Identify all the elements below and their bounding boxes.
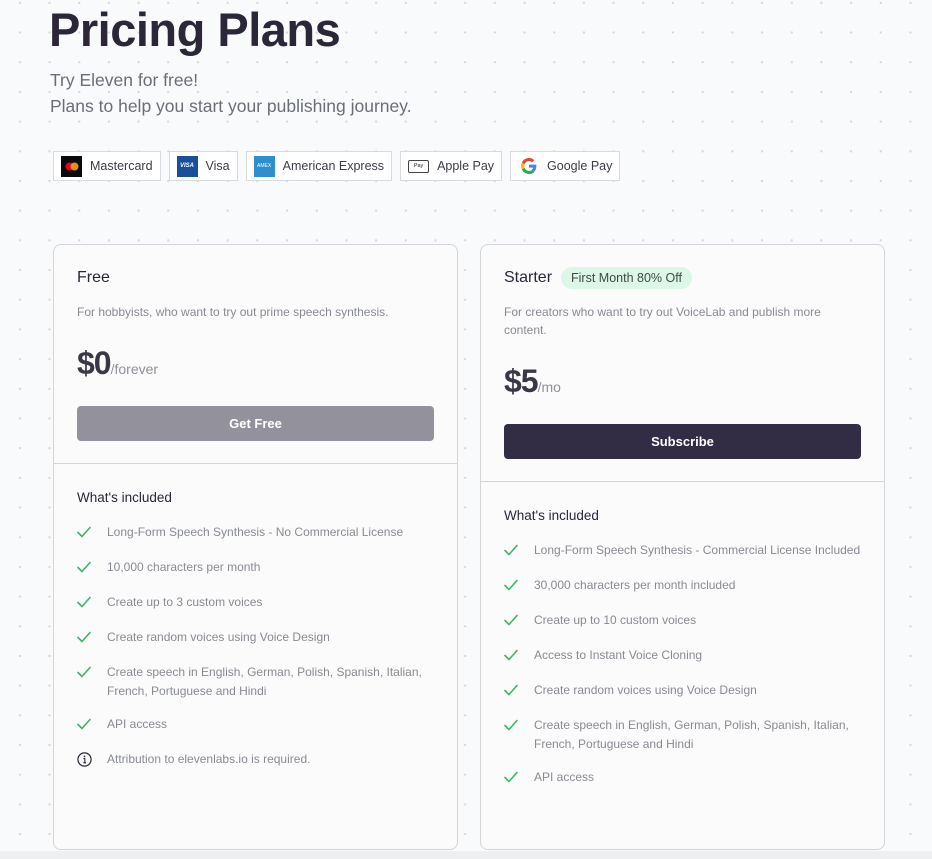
feature-item: Create up to 3 custom voices — [77, 593, 434, 613]
feature-text: API access — [107, 717, 168, 731]
feature-text: Long-Form Speech Synthesis - No Commerci… — [107, 525, 404, 539]
info-icon — [77, 750, 93, 772]
feature-item: API access — [504, 768, 861, 788]
payment-amex: AMEX American Express — [245, 151, 393, 181]
check-icon — [77, 558, 93, 578]
feature-item: Long-Form Speech Synthesis - No Commerci… — [77, 523, 434, 543]
plan-name: Free — [77, 269, 110, 286]
payment-label: Apple Pay — [437, 159, 495, 173]
feature-item: Long-Form Speech Synthesis - Commercial … — [504, 541, 861, 561]
subtitle-line: Plans to help you start your publishing … — [50, 96, 412, 116]
check-icon — [77, 523, 93, 543]
check-icon — [77, 663, 93, 700]
page-footer-strip — [0, 851, 932, 859]
payment-label: American Express — [282, 159, 385, 173]
check-icon — [504, 611, 520, 631]
feature-text: API access — [534, 770, 595, 784]
price-unit: /mo — [537, 379, 561, 395]
feature-text: Create speech in English, German, Polish… — [534, 718, 849, 751]
google-icon — [518, 156, 539, 177]
feature-item: API access — [77, 715, 434, 735]
amex-icon: AMEX — [253, 155, 275, 177]
feature-item: Create random voices using Voice Design — [77, 628, 434, 648]
included-section: What's included Long-Form Speech Synthes… — [481, 482, 884, 788]
check-icon — [504, 716, 520, 753]
mastercard-icon — [61, 155, 82, 177]
check-icon — [504, 541, 520, 561]
visa-icon: VISA — [176, 155, 198, 177]
check-icon — [504, 646, 520, 666]
feature-item: Create up to 10 custom voices — [504, 611, 861, 631]
check-icon — [77, 593, 93, 613]
price-amount: $0 — [77, 345, 112, 381]
plan-description: For hobbyists, who want to try out prime… — [77, 305, 389, 319]
plan-card-starter: Starter First Month 80% Off For creators… — [480, 244, 885, 850]
payment-label: Visa — [205, 159, 230, 173]
feature-item: 10,000 characters per month — [77, 558, 434, 578]
check-icon — [504, 768, 520, 788]
payment-methods: Mastercard VISA Visa AMEX American Expre… — [53, 151, 621, 181]
feature-text: Long-Form Speech Synthesis - Commercial … — [534, 543, 861, 557]
feature-text: Create speech in English, German, Polish… — [107, 665, 422, 698]
feature-item: Attribution to elevenlabs.io is required… — [77, 750, 434, 772]
included-title: What's included — [77, 490, 172, 505]
feature-item: Create speech in English, German, Polish… — [77, 663, 434, 700]
feature-text: Attribution to elevenlabs.io is required… — [107, 752, 311, 766]
plan-price: $5 /mo — [504, 363, 861, 400]
payment-apple-pay: Pay Apple Pay — [400, 151, 503, 181]
apple-pay-icon: Pay — [408, 159, 430, 173]
feature-item: Create random voices using Voice Design — [504, 681, 861, 701]
get-free-button[interactable]: Get Free — [77, 406, 434, 441]
page-title: Pricing Plans — [49, 3, 341, 56]
payment-visa: VISA Visa — [168, 151, 238, 181]
check-icon — [77, 628, 93, 648]
subscribe-button[interactable]: Subscribe — [504, 424, 861, 459]
check-icon — [77, 715, 93, 735]
check-icon — [504, 576, 520, 596]
feature-list: Long-Form Speech Synthesis - Commercial … — [504, 541, 861, 788]
included-section: What's included Long-Form Speech Synthes… — [54, 464, 457, 772]
price-amount: $5 — [504, 363, 539, 399]
feature-item: Create speech in English, German, Polish… — [504, 716, 861, 753]
page-subtitle: Try Eleven for free! Plans to help you s… — [50, 67, 412, 119]
feature-text: 10,000 characters per month — [107, 560, 261, 574]
feature-text: Create random voices using Voice Design — [107, 630, 330, 644]
payment-mastercard: Mastercard — [53, 151, 161, 181]
plan-name: Starter — [504, 269, 553, 286]
payment-google-pay: Google Pay — [510, 151, 621, 181]
plan-card-free: Free For hobbyists, who want to try out … — [53, 244, 458, 850]
check-icon — [504, 681, 520, 701]
plan-price: $0 /forever — [77, 345, 434, 382]
feature-text: Create up to 3 custom voices — [107, 595, 263, 609]
feature-list: Long-Form Speech Synthesis - No Commerci… — [77, 523, 434, 772]
feature-item: 30,000 characters per month included — [504, 576, 861, 596]
feature-text: 30,000 characters per month included — [534, 578, 736, 592]
payment-label: Mastercard — [90, 159, 153, 173]
feature-text: Access to Instant Voice Cloning — [534, 648, 703, 662]
feature-text: Create up to 10 custom voices — [534, 613, 697, 627]
feature-item: Access to Instant Voice Cloning — [504, 646, 861, 666]
included-title: What's included — [504, 508, 599, 523]
subtitle-line: Try Eleven for free! — [50, 70, 199, 90]
discount-badge: First Month 80% Off — [561, 267, 692, 289]
payment-label: Google Pay — [547, 159, 613, 173]
plan-description: For creators who want to try out VoiceLa… — [504, 305, 821, 337]
feature-text: Create random voices using Voice Design — [534, 683, 757, 697]
price-unit: /forever — [110, 361, 159, 377]
